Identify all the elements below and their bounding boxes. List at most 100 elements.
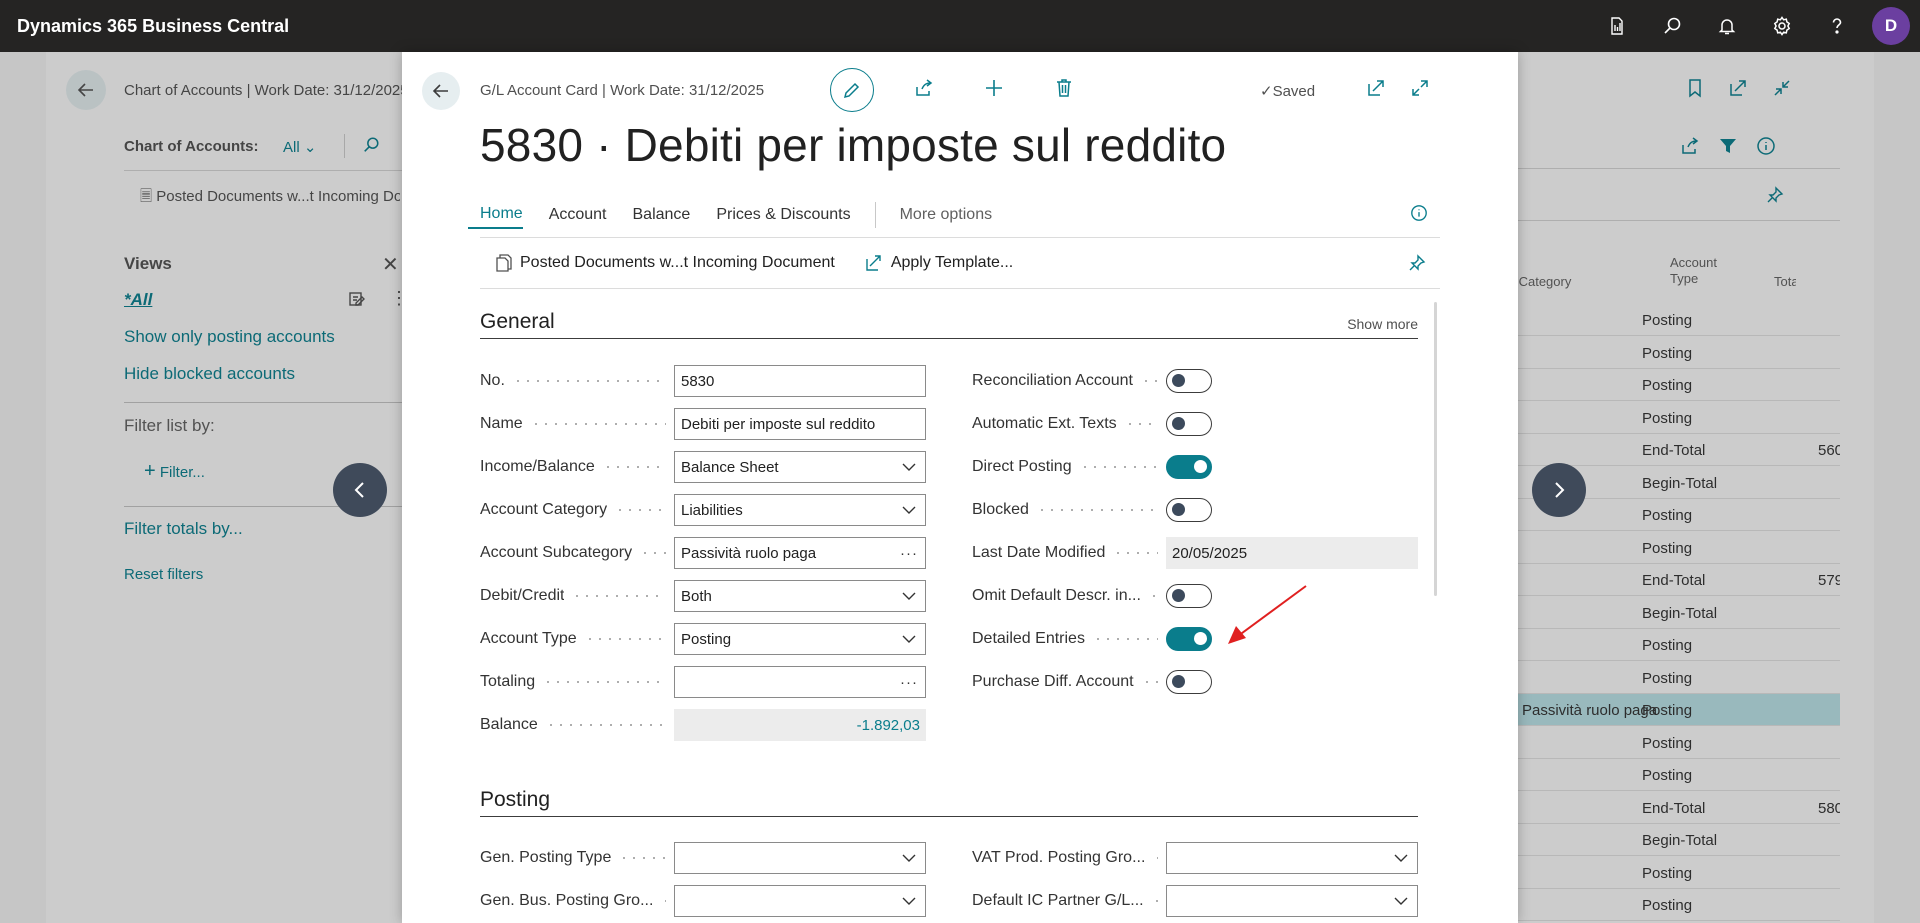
detailed-entries-toggle[interactable] <box>1166 627 1212 651</box>
template-icon <box>866 255 881 271</box>
name-input[interactable]: Debiti per imposte sul reddito <box>674 408 926 440</box>
chevron-down-icon <box>899 592 919 600</box>
field-label: Purchase Diff. Account <box>972 673 1134 690</box>
field-label: Account Type <box>480 630 577 647</box>
field-purchase-diff-account: Purchase Diff. Account <box>972 667 1418 697</box>
edit-button[interactable] <box>830 68 874 112</box>
ellipsis-icon[interactable]: ··· <box>899 674 919 691</box>
annotation-arrow <box>1228 585 1307 644</box>
debit-credit-select[interactable]: Both <box>674 580 926 612</box>
posted-documents-action[interactable]: Posted Documents w...t Incoming Document <box>496 254 835 272</box>
field-omit-default-descr: Omit Default Descr. in... <box>972 581 1418 611</box>
field-detailed-entries: Detailed Entries <box>972 624 1418 654</box>
bell-icon[interactable] <box>1699 0 1754 52</box>
field-value: Debiti per imposte sul reddito <box>681 415 876 433</box>
share-icon[interactable] <box>914 78 934 103</box>
field-default-ic-partner: Default IC Partner G/L... <box>972 885 1418 917</box>
ellipsis-icon[interactable]: ··· <box>899 545 919 562</box>
open-new-window-icon[interactable] <box>1366 78 1386 103</box>
tab-more-options[interactable]: More options <box>900 202 993 228</box>
action-tabs: Home Account Balance Prices & Discounts … <box>468 198 1018 232</box>
field-label: Account Subcategory <box>480 544 633 561</box>
field-value: Both <box>681 587 712 605</box>
page-title: 5830 · Debiti per imposte sul reddito <box>480 119 1227 171</box>
field-account-category: Account Category Liabilities <box>480 494 926 526</box>
field-label: Gen. Bus. Posting Gro... <box>480 892 654 909</box>
last-date-modified-value[interactable]: 20/05/2025 <box>1166 537 1418 569</box>
apply-template-action[interactable]: Apply Template... <box>865 254 1013 272</box>
app-title: Dynamics 365 Business Central <box>17 15 290 36</box>
totaling-lookup[interactable]: ··· <box>674 666 926 698</box>
info-icon[interactable] <box>1410 204 1428 227</box>
vat-prod-posting-group-select[interactable] <box>1166 842 1418 874</box>
field-label: Totaling <box>480 673 536 690</box>
chevron-down-icon <box>899 897 919 905</box>
field-no: No. 5830 <box>480 365 926 397</box>
field-last-date-modified: Last Date Modified 20/05/2025 <box>972 537 1418 569</box>
posted-documents-label: Posted Documents w...t Incoming Document <box>520 254 835 271</box>
help-icon[interactable] <box>1809 0 1864 52</box>
pin-icon[interactable] <box>1408 254 1426 277</box>
blocked-toggle[interactable] <box>1166 498 1212 522</box>
previous-record-button[interactable] <box>333 463 387 517</box>
chevron-down-icon <box>1391 897 1411 905</box>
direct-posting-toggle[interactable] <box>1166 455 1212 479</box>
omit-default-descr-toggle[interactable] <box>1166 584 1212 608</box>
default-ic-partner-select[interactable] <box>1166 885 1418 917</box>
saved-status: ✓Saved <box>1260 82 1315 100</box>
tab-account[interactable]: Account <box>549 202 607 228</box>
field-automatic-ext-texts: Automatic Ext. Texts <box>972 409 1418 439</box>
gen-posting-type-select[interactable] <box>674 842 926 874</box>
field-value: Passività ruolo paga <box>681 544 817 562</box>
chevron-down-icon <box>1391 854 1411 862</box>
field-gen-bus-posting-group: Gen. Bus. Posting Gro... <box>480 885 926 917</box>
gen-bus-posting-group-select[interactable] <box>674 885 926 917</box>
section-title-posting[interactable]: Posting <box>480 788 550 816</box>
purchase-diff-account-toggle[interactable] <box>1166 670 1212 694</box>
field-blocked: Blocked <box>972 495 1418 525</box>
tab-balance[interactable]: Balance <box>633 202 691 228</box>
field-direct-posting: Direct Posting <box>972 452 1418 482</box>
delete-icon[interactable] <box>1054 78 1074 103</box>
user-avatar[interactable]: D <box>1872 7 1910 45</box>
card-back-button[interactable] <box>422 72 460 110</box>
section-title-general[interactable]: General <box>480 310 555 338</box>
chevron-down-icon <box>899 506 919 514</box>
expand-icon[interactable] <box>1410 78 1430 103</box>
field-label: Income/Balance <box>480 458 595 475</box>
add-icon[interactable] <box>984 78 1004 103</box>
scrollbar[interactable] <box>1434 302 1437 596</box>
reconciliation-toggle[interactable] <box>1166 369 1212 393</box>
document-icon <box>496 254 512 272</box>
field-label: VAT Prod. Posting Gro... <box>972 849 1146 866</box>
field-balance: Balance -1.892,03 <box>480 709 926 741</box>
chevron-left-icon <box>354 482 364 498</box>
search-icon[interactable] <box>1644 0 1699 52</box>
account-category-select[interactable]: Liabilities <box>674 494 926 526</box>
account-type-select[interactable]: Posting <box>674 623 926 655</box>
field-name: Name Debiti per imposte sul reddito <box>480 408 926 440</box>
field-gen-posting-type: Gen. Posting Type <box>480 842 926 874</box>
automatic-ext-texts-toggle[interactable] <box>1166 412 1212 436</box>
field-label: Balance <box>480 716 538 733</box>
next-record-button[interactable] <box>1532 463 1586 517</box>
balance-value[interactable]: -1.892,03 <box>674 709 926 741</box>
gear-icon[interactable] <box>1754 0 1809 52</box>
app-bar-icons: D <box>1589 0 1920 52</box>
report-icon[interactable] <box>1589 0 1644 52</box>
field-account-type: Account Type Posting <box>480 623 926 655</box>
tab-prices-discounts[interactable]: Prices & Discounts <box>716 202 850 228</box>
field-vat-prod-posting-group: VAT Prod. Posting Gro... <box>972 842 1418 874</box>
pencil-icon <box>843 82 860 99</box>
show-more-link[interactable]: Show more <box>1347 316 1418 332</box>
card-header-title: G/L Account Card | Work Date: 31/12/2025 <box>480 82 765 99</box>
income-balance-select[interactable]: Balance Sheet <box>674 451 926 483</box>
field-label: Name <box>480 415 523 432</box>
no-input[interactable]: 5830 <box>674 365 926 397</box>
arrow-left-icon <box>432 84 448 98</box>
account-subcategory-lookup[interactable]: Passività ruolo paga ··· <box>674 537 926 569</box>
action-bar: Posted Documents w...t Incoming Document… <box>496 254 1043 272</box>
chevron-down-icon <box>899 854 919 862</box>
field-label: Account Category <box>480 501 608 518</box>
tab-home[interactable]: Home <box>468 201 523 229</box>
